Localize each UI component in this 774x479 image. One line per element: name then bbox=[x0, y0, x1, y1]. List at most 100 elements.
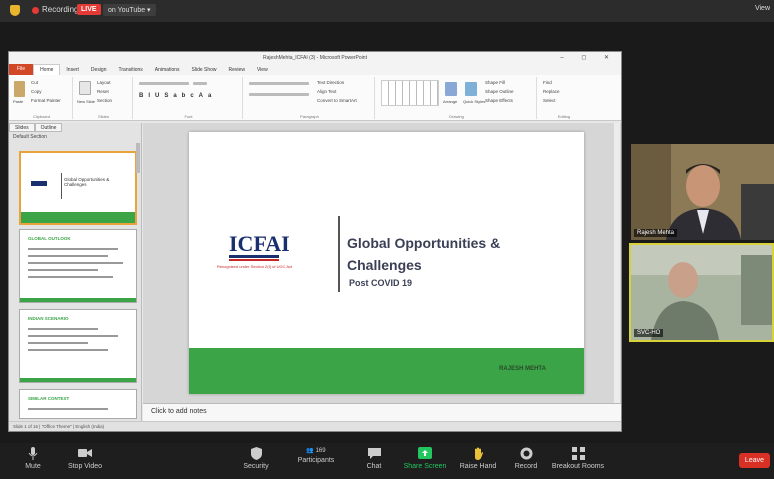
find-button[interactable]: Find bbox=[543, 80, 552, 85]
leave-button[interactable]: Leave bbox=[738, 453, 770, 468]
record-icon bbox=[520, 447, 532, 460]
slide-title[interactable]: Global Opportunities & Challenges bbox=[347, 232, 517, 276]
share-screen-button[interactable]: Share Screen bbox=[402, 447, 448, 470]
thumb-green-bar bbox=[20, 298, 136, 302]
participant-name: Rajesh Mehta bbox=[634, 229, 678, 237]
current-slide[interactable]: ICFAI Recognised under Section 2(f) of U… bbox=[189, 132, 584, 394]
slide-subtitle[interactable]: Post COVID 19 bbox=[349, 278, 412, 288]
shape-outline-button[interactable]: Shape Outline bbox=[485, 89, 514, 94]
chat-button[interactable]: Chat bbox=[362, 447, 386, 470]
align-text-button[interactable]: Align Text bbox=[317, 89, 336, 94]
tab-animations[interactable]: Animations bbox=[149, 67, 186, 73]
recording-dot-icon bbox=[32, 7, 39, 14]
shape-fill-button[interactable]: Shape Fill bbox=[485, 80, 505, 85]
vertical-scrollbar[interactable] bbox=[614, 123, 620, 403]
logo-subtitle: Recognised under Section 2(f) of UGC Act bbox=[217, 264, 293, 269]
layout-button[interactable]: Layout bbox=[97, 80, 111, 85]
select-button[interactable]: Select bbox=[543, 98, 556, 103]
slide-thumbnail[interactable]: SIMILAR CONTEXT bbox=[19, 389, 137, 419]
thumb-green-bar bbox=[21, 212, 135, 223]
slide-author[interactable]: RAJESH MEHTA bbox=[499, 366, 546, 372]
mute-button[interactable]: Mute bbox=[22, 447, 44, 470]
security-button[interactable]: Security bbox=[238, 447, 274, 470]
chat-bubble-icon bbox=[367, 448, 381, 459]
thumb-text-line bbox=[28, 248, 118, 250]
tab-transitions[interactable]: Transitions bbox=[113, 67, 149, 73]
participant-video[interactable]: Rajesh Mehta bbox=[631, 144, 774, 240]
youtube-live-dropdown[interactable]: on YouTube ▾ bbox=[103, 4, 156, 16]
shapes-gallery[interactable] bbox=[381, 80, 439, 106]
section-button[interactable]: Section bbox=[97, 98, 112, 103]
share-screen-icon bbox=[418, 447, 432, 459]
reset-button[interactable]: Reset bbox=[97, 89, 109, 94]
participants-label: Participants bbox=[297, 457, 335, 464]
tab-file[interactable]: File bbox=[9, 64, 34, 75]
paste-label: Paste bbox=[13, 99, 24, 104]
copy-button[interactable]: Copy bbox=[31, 89, 42, 94]
arrange-icon[interactable] bbox=[445, 82, 457, 96]
paste-icon[interactable] bbox=[14, 81, 25, 97]
text-direction-button[interactable]: Text Direction bbox=[317, 80, 344, 85]
stop-video-button[interactable]: Stop Video bbox=[64, 447, 106, 470]
participants-button[interactable]: 👥 169 Participants bbox=[294, 447, 338, 464]
record-button[interactable]: Record bbox=[512, 447, 540, 470]
slide-editing-area: ICFAI Recognised under Section 2(f) of U… bbox=[143, 123, 621, 403]
section-header[interactable]: Default Section bbox=[9, 132, 141, 142]
font-name-field[interactable] bbox=[139, 82, 189, 85]
shape-effects-button[interactable]: Shape Effects bbox=[485, 98, 513, 103]
pane-scrollbar[interactable] bbox=[136, 143, 140, 173]
tab-slides[interactable]: Slides bbox=[9, 123, 35, 132]
replace-button[interactable]: Replace bbox=[543, 89, 560, 94]
slide-thumbnail[interactable]: 1 Global Opportunities & Challenges bbox=[19, 151, 137, 225]
quick-styles-icon[interactable] bbox=[465, 82, 477, 96]
align-buttons[interactable] bbox=[249, 93, 309, 96]
breakout-rooms-button[interactable]: Breakout Rooms bbox=[550, 447, 606, 470]
thumb-text-line bbox=[28, 269, 98, 271]
breakout-rooms-label: Breakout Rooms bbox=[551, 463, 605, 470]
stop-video-label: Stop Video bbox=[67, 463, 103, 470]
thumb-text-line bbox=[28, 262, 123, 264]
new-slide-label: New Slide bbox=[77, 99, 96, 104]
tab-design[interactable]: Design bbox=[85, 67, 113, 73]
window-controls[interactable]: – ◻ ✕ bbox=[560, 52, 617, 64]
new-slide-icon[interactable] bbox=[79, 81, 91, 95]
zoom-top-bar: Recording LIVE on YouTube ▾ View bbox=[0, 0, 774, 22]
raise-hand-button[interactable]: Raise Hand bbox=[458, 447, 498, 470]
security-shield-icon[interactable] bbox=[10, 5, 20, 16]
tab-outline[interactable]: Outline bbox=[34, 123, 63, 132]
security-shield-icon bbox=[250, 447, 262, 460]
thumb-title: Global Opportunities & Challenges bbox=[64, 177, 110, 187]
tab-home[interactable]: Home bbox=[33, 64, 61, 75]
security-label: Security bbox=[243, 463, 269, 470]
tab-review[interactable]: Review bbox=[223, 67, 251, 73]
participant-video-active[interactable]: SVC-HO bbox=[629, 243, 774, 342]
thumb-text-line bbox=[28, 328, 98, 330]
notes-pane[interactable]: Click to add notes bbox=[143, 403, 621, 421]
group-label: Font bbox=[184, 114, 193, 119]
tab-insert[interactable]: Insert bbox=[60, 67, 85, 73]
thumb-text-line bbox=[28, 335, 118, 337]
participant-name: SVC-HO bbox=[634, 329, 664, 337]
format-painter-button[interactable]: Format Painter bbox=[31, 98, 61, 103]
view-button[interactable]: View bbox=[755, 5, 770, 12]
tab-slide-show[interactable]: Slide Show bbox=[186, 67, 223, 73]
cut-button[interactable]: Cut bbox=[31, 80, 38, 85]
list-buttons[interactable] bbox=[249, 82, 309, 85]
slide-thumbnail[interactable]: GLOBAL OUTLOOK bbox=[19, 229, 137, 303]
smartart-button[interactable]: Convert to SmartArt bbox=[317, 98, 357, 103]
ribbon-group-clipboard: Paste Cut Copy Format Painter Clipboard bbox=[11, 77, 73, 119]
slide-thumbnail[interactable]: INDIAN SCENARIO bbox=[19, 309, 137, 383]
font-size-field[interactable] bbox=[193, 82, 207, 85]
ppt-title-bar: RajeshMehta_ICFAI (3) - Microsoft PowerP… bbox=[9, 52, 621, 64]
ribbon: Paste Cut Copy Format Painter Clipboard … bbox=[9, 75, 621, 121]
quick-styles-label: Quick Styles bbox=[463, 99, 486, 104]
ribbon-group-paragraph: Text Direction Align Text Convert to Sma… bbox=[245, 77, 375, 119]
powerpoint-window: RajeshMehta_ICFAI (3) - Microsoft PowerP… bbox=[8, 51, 622, 432]
thumb-green-bar bbox=[20, 378, 136, 382]
breakout-rooms-icon bbox=[571, 447, 585, 460]
tab-view[interactable]: View bbox=[251, 67, 274, 73]
mute-label: Mute bbox=[25, 463, 41, 470]
share-screen-label: Share Screen bbox=[403, 463, 447, 470]
font-format-buttons[interactable]: BIUSabcAa bbox=[139, 93, 216, 99]
raise-hand-icon bbox=[474, 447, 483, 460]
